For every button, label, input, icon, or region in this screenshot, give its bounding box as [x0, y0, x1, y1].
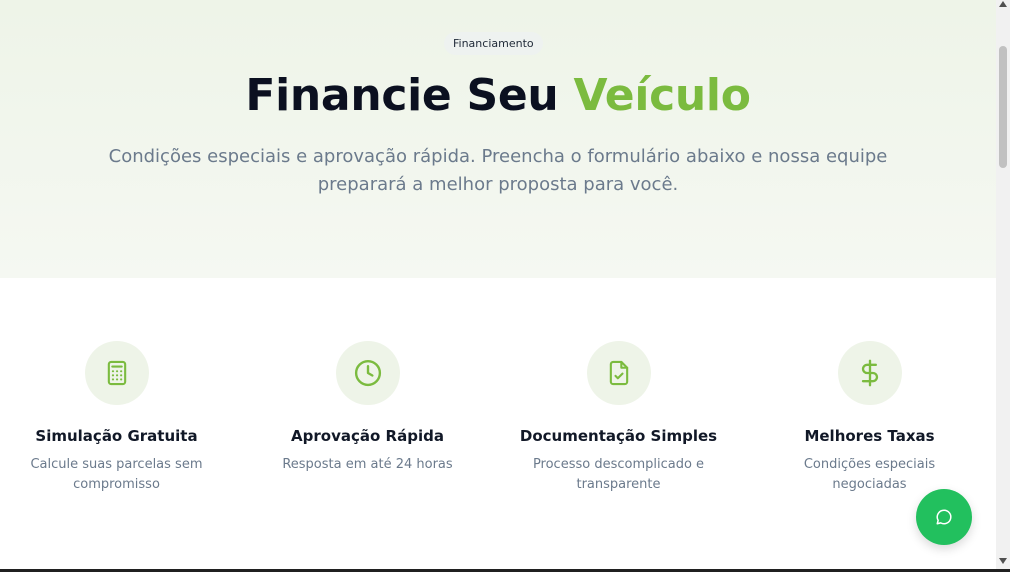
feature-desc-line-1: Condições especiais negociadas [803, 457, 936, 492]
feature-desc-line-1: Calcule suas parcelas sem [30, 457, 203, 472]
clock-icon [354, 359, 381, 387]
feature-icon-circle [335, 341, 400, 405]
feature-documentation: Documentação Simples Processo descomplic… [502, 341, 735, 495]
page-title: Financie Seu Veículo [0, 68, 996, 124]
feature-icon-circle [84, 341, 149, 405]
title-main: Financie Seu [245, 70, 559, 121]
feature-title: Aprovação Rápida [291, 427, 444, 445]
chat-button[interactable] [916, 489, 972, 545]
hero-section: Financiamento Financie Seu Veículo Condi… [0, 0, 996, 278]
feature-desc-line-1: Processo descomplicado e [532, 457, 705, 472]
feature-title: Documentação Simples [519, 427, 718, 445]
document-check-icon [609, 360, 628, 386]
vertical-scrollbar[interactable] [996, 0, 1010, 569]
feature-title: Simulação Gratuita [35, 427, 198, 445]
feature-description: Resposta em até 24 horas [251, 455, 484, 475]
scrollbar-thumb[interactable] [999, 46, 1007, 168]
feature-description: Calcule suas parcelas sem compromisso [0, 455, 233, 495]
title-accent: Veículo [573, 70, 751, 121]
feature-desc-line-2: transparente [576, 477, 661, 492]
features-section: Simulação Gratuita Calcule suas parcelas… [0, 278, 996, 569]
subtitle-line-2: preparará a melhor proposta para você. [317, 174, 679, 195]
page: Financiamento Financie Seu Veículo Condi… [0, 0, 996, 569]
feature-description: Processo descomplicado e transparente [502, 455, 735, 495]
feature-desc-line-1: Resposta em até 24 horas [282, 457, 453, 472]
feature-simulation: Simulação Gratuita Calcule suas parcelas… [0, 341, 233, 495]
feature-approval: Aprovação Rápida Resposta em até 24 hora… [251, 341, 484, 475]
chat-bubble-icon [936, 509, 952, 525]
scroll-up-arrow-icon[interactable] [999, 1, 1007, 7]
feature-desc-line-2: compromisso [73, 477, 160, 492]
feature-icon-circle [837, 341, 902, 405]
feature-rates: Melhores Taxas Condições especiais negoc… [753, 341, 986, 495]
category-badge: Financiamento [444, 32, 543, 55]
subtitle-line-1: Condições especiais e aprovação rápida. … [108, 146, 888, 167]
calculator-icon [107, 360, 126, 386]
feature-title: Melhores Taxas [804, 427, 935, 445]
feature-icon-circle [586, 341, 651, 405]
hero-subtitle: Condições especiais e aprovação rápida. … [108, 143, 888, 199]
scroll-down-arrow-icon[interactable] [999, 558, 1007, 564]
dollar-icon [861, 359, 878, 387]
